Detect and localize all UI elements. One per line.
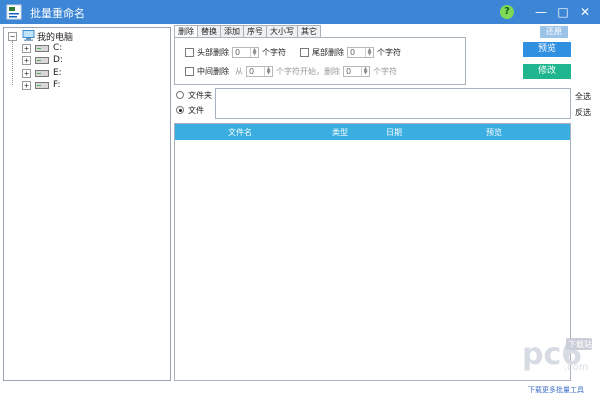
tab-other[interactable]: 其它 xyxy=(297,25,321,37)
delete-row-2: 中间删除 从 0 ▲ ▼ 个字符开始，删除 0 ▲ ▼ 个字符 xyxy=(185,65,397,77)
head-delete-stepper[interactable]: 0 ▲ ▼ xyxy=(232,46,259,58)
tree-item-drive-f[interactable]: + F: xyxy=(22,79,61,91)
tab-replace[interactable]: 替换 xyxy=(197,25,221,37)
expand-icon[interactable]: + xyxy=(22,43,31,53)
invert-selection-link[interactable]: 反选 xyxy=(575,107,591,118)
expand-icon[interactable]: + xyxy=(22,55,31,65)
tree-item-label: C: xyxy=(53,43,63,53)
spinner-arrows-icon[interactable]: ▲ ▼ xyxy=(365,47,373,57)
file-radio-label: 文件 xyxy=(188,105,204,115)
app-icon xyxy=(6,4,22,20)
column-filename[interactable]: 文件名 xyxy=(228,127,252,138)
count-value: 0 xyxy=(346,66,352,76)
head-delete-checkbox[interactable] xyxy=(185,47,194,57)
file-radio[interactable] xyxy=(176,106,184,114)
column-type[interactable]: 类型 xyxy=(332,127,348,138)
folder-radio[interactable] xyxy=(176,91,184,99)
tree-item-label: D: xyxy=(53,55,63,65)
tail-delete-value: 0 xyxy=(350,47,356,57)
folder-radio-label: 文件夹 xyxy=(188,90,212,100)
count-stepper[interactable]: 0 ▲ ▼ xyxy=(343,65,370,77)
head-delete-value: 0 xyxy=(235,47,241,57)
watermark-domain: .com xyxy=(564,362,589,373)
watermark-logo: pc6 下载站 .com xyxy=(522,337,592,373)
drive-icon xyxy=(35,56,49,64)
start-delete-text: 个字符开始，删除 xyxy=(276,66,340,76)
collapse-icon[interactable]: − xyxy=(8,31,17,41)
name-filter-box[interactable] xyxy=(215,88,571,119)
spinner-arrows-icon[interactable]: ▲ ▼ xyxy=(250,47,258,57)
head-delete-unit: 个字符 xyxy=(262,47,286,57)
from-label: 从 xyxy=(235,66,243,76)
help-icon[interactable]: ? xyxy=(500,5,514,19)
preview-button[interactable]: 预览 xyxy=(523,42,571,57)
computer-icon xyxy=(22,30,35,41)
tree-item-drive-c[interactable]: + C: xyxy=(22,42,62,54)
middle-delete-checkbox[interactable] xyxy=(185,66,194,76)
operation-tabs: 删除 替换 添加 序号 大小写 其它 xyxy=(174,25,321,38)
file-list-header: 文件名 类型 日期 预览 xyxy=(175,124,570,140)
modify-button[interactable]: 修改 xyxy=(523,64,571,79)
delete-tab-panel: 头部删除 0 ▲ ▼ 个字符 尾部删除 0 ▲ ▼ 个字符 中间删除 从 0 ▲ ▼ 个字符… xyxy=(174,37,466,85)
tree-item-label: E: xyxy=(53,68,62,78)
tree-item-drive-e[interactable]: + E: xyxy=(22,67,62,79)
drive-icon xyxy=(35,69,49,77)
tail-delete-stepper[interactable]: 0 ▲ ▼ xyxy=(347,46,374,58)
tree-connector xyxy=(12,41,13,85)
column-preview[interactable]: 预览 xyxy=(486,127,502,138)
tab-case[interactable]: 大小写 xyxy=(266,25,298,37)
count-unit: 个字符 xyxy=(373,66,397,76)
tail-delete-checkbox[interactable] xyxy=(300,47,309,57)
tab-sequence[interactable]: 序号 xyxy=(243,25,267,37)
folder-mode-option[interactable]: 文件夹 xyxy=(176,89,212,101)
maximize-button[interactable]: □ xyxy=(552,0,574,24)
window-title: 批量重命名 xyxy=(30,7,85,20)
expand-icon[interactable]: + xyxy=(22,80,31,90)
watermark-badge: 下载站 xyxy=(568,339,592,349)
folder-tree[interactable]: − 我的电脑 + C: + D: + E: + F: xyxy=(3,27,171,381)
column-date[interactable]: 日期 xyxy=(386,127,402,138)
head-delete-label: 头部删除 xyxy=(197,47,229,57)
drive-icon xyxy=(35,81,49,89)
tail-delete-unit: 个字符 xyxy=(377,47,401,57)
tab-add[interactable]: 添加 xyxy=(220,25,244,37)
tree-item-drive-d[interactable]: + D: xyxy=(22,54,63,66)
close-button[interactable]: ✕ xyxy=(574,0,596,24)
drive-icon xyxy=(35,44,49,52)
delete-row-1: 头部删除 0 ▲ ▼ 个字符 尾部删除 0 ▲ ▼ 个字符 xyxy=(185,46,401,58)
spinner-arrows-icon[interactable]: ▲ ▼ xyxy=(361,66,369,76)
from-stepper[interactable]: 0 ▲ ▼ xyxy=(246,65,273,77)
tree-item-label: F: xyxy=(53,80,61,90)
middle-delete-label: 中间删除 xyxy=(197,66,229,76)
file-mode-option[interactable]: 文件 xyxy=(176,104,204,116)
download-more-link[interactable]: 下载更多批量工具 xyxy=(528,385,584,395)
select-all-link[interactable]: 全选 xyxy=(575,91,591,102)
title-bar: 批量重命名 ? — □ ✕ xyxy=(0,0,600,24)
from-value: 0 xyxy=(249,66,255,76)
spinner-arrows-icon[interactable]: ▲ ▼ xyxy=(264,66,272,76)
file-list[interactable]: 文件名 类型 日期 预览 xyxy=(174,123,571,381)
tree-root-my-computer[interactable]: − 我的电脑 xyxy=(8,30,74,43)
minimize-button[interactable]: — xyxy=(530,0,552,24)
tree-root-label: 我的电脑 xyxy=(37,32,74,43)
restore-button[interactable]: 还原 xyxy=(540,26,568,38)
tail-delete-label: 尾部删除 xyxy=(312,47,344,57)
expand-icon[interactable]: + xyxy=(22,68,31,78)
